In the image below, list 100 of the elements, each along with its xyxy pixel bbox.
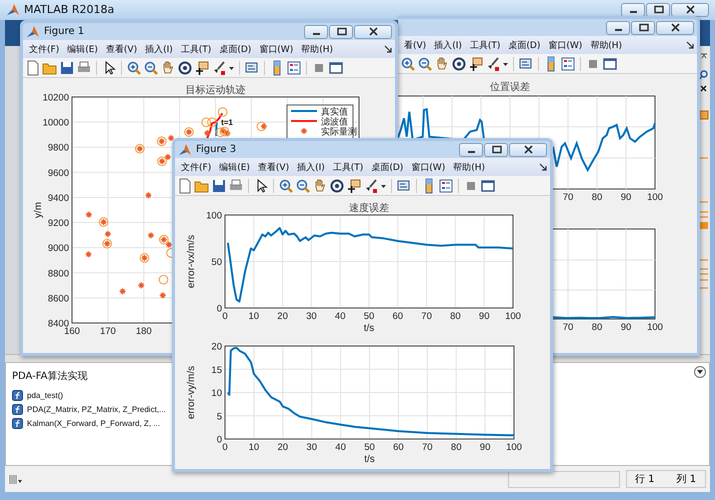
tick-label: 100 bbox=[206, 210, 222, 222]
tick-label: 8600 bbox=[48, 293, 69, 304]
link-plot-button[interactable] bbox=[518, 56, 534, 72]
menu-item[interactable]: 窗口(W) bbox=[255, 42, 298, 56]
legend-button[interactable] bbox=[438, 178, 454, 194]
tick-label: 10 bbox=[211, 388, 222, 399]
close-button[interactable] bbox=[509, 142, 547, 156]
circle-marker bbox=[216, 127, 226, 138]
circle-marker bbox=[207, 118, 217, 128]
close-icon bbox=[368, 27, 378, 36]
minimize-button[interactable] bbox=[304, 24, 328, 38]
legend-button[interactable] bbox=[286, 60, 302, 76]
save-button[interactable] bbox=[211, 178, 227, 194]
axis-label: error-vx/m/s bbox=[186, 234, 197, 288]
axis-label: t/s bbox=[364, 454, 375, 465]
star-marker bbox=[84, 250, 92, 258]
rotate-button[interactable] bbox=[329, 178, 345, 194]
zoom-in-button[interactable] bbox=[126, 60, 142, 76]
close-icon bbox=[684, 5, 696, 14]
menu-item[interactable]: 窗口(W) bbox=[407, 160, 450, 174]
star-marker bbox=[204, 129, 211, 137]
show-tools-button[interactable] bbox=[602, 56, 618, 72]
menu-item[interactable]: 插入(I) bbox=[141, 42, 177, 56]
zoom-in-button[interactable] bbox=[278, 178, 294, 194]
window-title: Figure 3 bbox=[196, 144, 236, 155]
menu-item[interactable]: 文件(F) bbox=[25, 42, 64, 56]
function-item[interactable]: PDA(Z_Matrix, PZ_Matrix, Z_Predict,... bbox=[27, 405, 166, 414]
menu-item[interactable]: 窗口(W) bbox=[544, 38, 586, 52]
minimize-button[interactable] bbox=[621, 2, 645, 17]
data-cursor-button[interactable] bbox=[194, 60, 210, 76]
maximize-button[interactable] bbox=[329, 24, 353, 38]
function-item[interactable]: Kalman(X_Forward, P_Forward, Z, ... bbox=[27, 419, 160, 428]
dropdown-button[interactable] bbox=[694, 366, 706, 378]
tick-label: 50 bbox=[364, 442, 375, 453]
zoom-out-button[interactable] bbox=[143, 60, 159, 76]
show-tools-button[interactable] bbox=[480, 178, 496, 194]
maximize-button[interactable] bbox=[646, 2, 670, 17]
close-button[interactable] bbox=[354, 24, 392, 38]
menu-item[interactable]: 插入(I) bbox=[293, 160, 329, 174]
close-button[interactable] bbox=[656, 20, 694, 34]
star-marker bbox=[147, 232, 155, 239]
menu-item[interactable]: 查看(V) bbox=[254, 160, 294, 174]
link-plot-button[interactable] bbox=[396, 178, 412, 194]
menu-item[interactable]: 帮助(H) bbox=[586, 38, 626, 52]
maximize-button[interactable] bbox=[631, 20, 655, 34]
menu-item[interactable]: 编辑(E) bbox=[215, 160, 254, 174]
minimize-button[interactable] bbox=[606, 20, 630, 34]
save-button[interactable] bbox=[59, 60, 75, 76]
menu-item[interactable]: 桌面(D) bbox=[367, 160, 408, 174]
maximize-icon bbox=[652, 5, 664, 14]
matlab-logo-icon bbox=[178, 143, 192, 156]
data-cursor-button[interactable] bbox=[468, 56, 484, 72]
dock-arrow-icon[interactable] bbox=[539, 162, 548, 172]
data-cursor-button[interactable] bbox=[346, 178, 362, 194]
axis-label: error-vy/m/s bbox=[186, 366, 197, 420]
zoom-out-button[interactable] bbox=[295, 178, 311, 194]
tick-label: 180 bbox=[136, 326, 152, 337]
function-item[interactable]: pda_test() bbox=[27, 391, 64, 400]
rotate-button[interactable] bbox=[451, 56, 467, 72]
tick-label: 60 bbox=[392, 311, 404, 322]
show-tools-button[interactable] bbox=[328, 60, 344, 76]
tick-label: 70 bbox=[562, 192, 574, 203]
rotate-button[interactable] bbox=[177, 60, 193, 76]
panel-heading: PDA-FA算法实现 bbox=[12, 370, 88, 384]
star-marker bbox=[260, 122, 268, 130]
axis-label: y/m bbox=[33, 202, 44, 218]
matlab-logo-icon bbox=[6, 3, 20, 16]
close-button[interactable] bbox=[671, 2, 709, 17]
circle-marker bbox=[256, 122, 266, 132]
menu-item[interactable]: 帮助(H) bbox=[449, 160, 489, 174]
tick-label: 9800 bbox=[48, 142, 69, 154]
tick-label: 100 bbox=[505, 311, 521, 322]
grip-icon[interactable] bbox=[9, 473, 23, 486]
tick-label: 90 bbox=[620, 192, 632, 203]
tick-label: 30 bbox=[306, 311, 317, 322]
circle-marker bbox=[220, 126, 230, 136]
link-plot-button[interactable] bbox=[244, 60, 260, 76]
zoom-out-button[interactable] bbox=[417, 56, 433, 72]
legend-button[interactable] bbox=[560, 56, 576, 72]
tick-label: 80 bbox=[592, 322, 602, 333]
maximize-button[interactable] bbox=[484, 142, 508, 156]
menu-item[interactable]: 帮助(H) bbox=[297, 42, 337, 56]
menu-item[interactable]: 工具(T) bbox=[328, 160, 368, 174]
tick-label: 15 bbox=[211, 364, 222, 376]
menu-item[interactable]: 文件(F) bbox=[177, 160, 216, 174]
menu-item[interactable]: 编辑(E) bbox=[63, 42, 102, 56]
dock-arrow-icon[interactable] bbox=[384, 44, 393, 54]
menu-item[interactable]: 桌面(D) bbox=[215, 42, 256, 56]
menu-item[interactable]: 桌面(D) bbox=[504, 38, 544, 52]
tick-label: 90 bbox=[480, 442, 490, 453]
tick-label: 10 bbox=[248, 442, 260, 453]
menu-item[interactable]: 工具(T) bbox=[466, 38, 504, 52]
zoom-in-button[interactable] bbox=[400, 56, 416, 72]
menu-item[interactable]: 查看(V) bbox=[102, 42, 142, 56]
minimize-button[interactable] bbox=[459, 142, 483, 156]
menu-item[interactable]: 插入(I) bbox=[430, 38, 466, 52]
menu-item[interactable]: 工具(T) bbox=[176, 42, 216, 56]
dock-arrow-icon[interactable] bbox=[686, 40, 695, 50]
menu-item[interactable]: 看(V) bbox=[400, 38, 430, 52]
chart-title: 位置误差 bbox=[490, 82, 530, 93]
